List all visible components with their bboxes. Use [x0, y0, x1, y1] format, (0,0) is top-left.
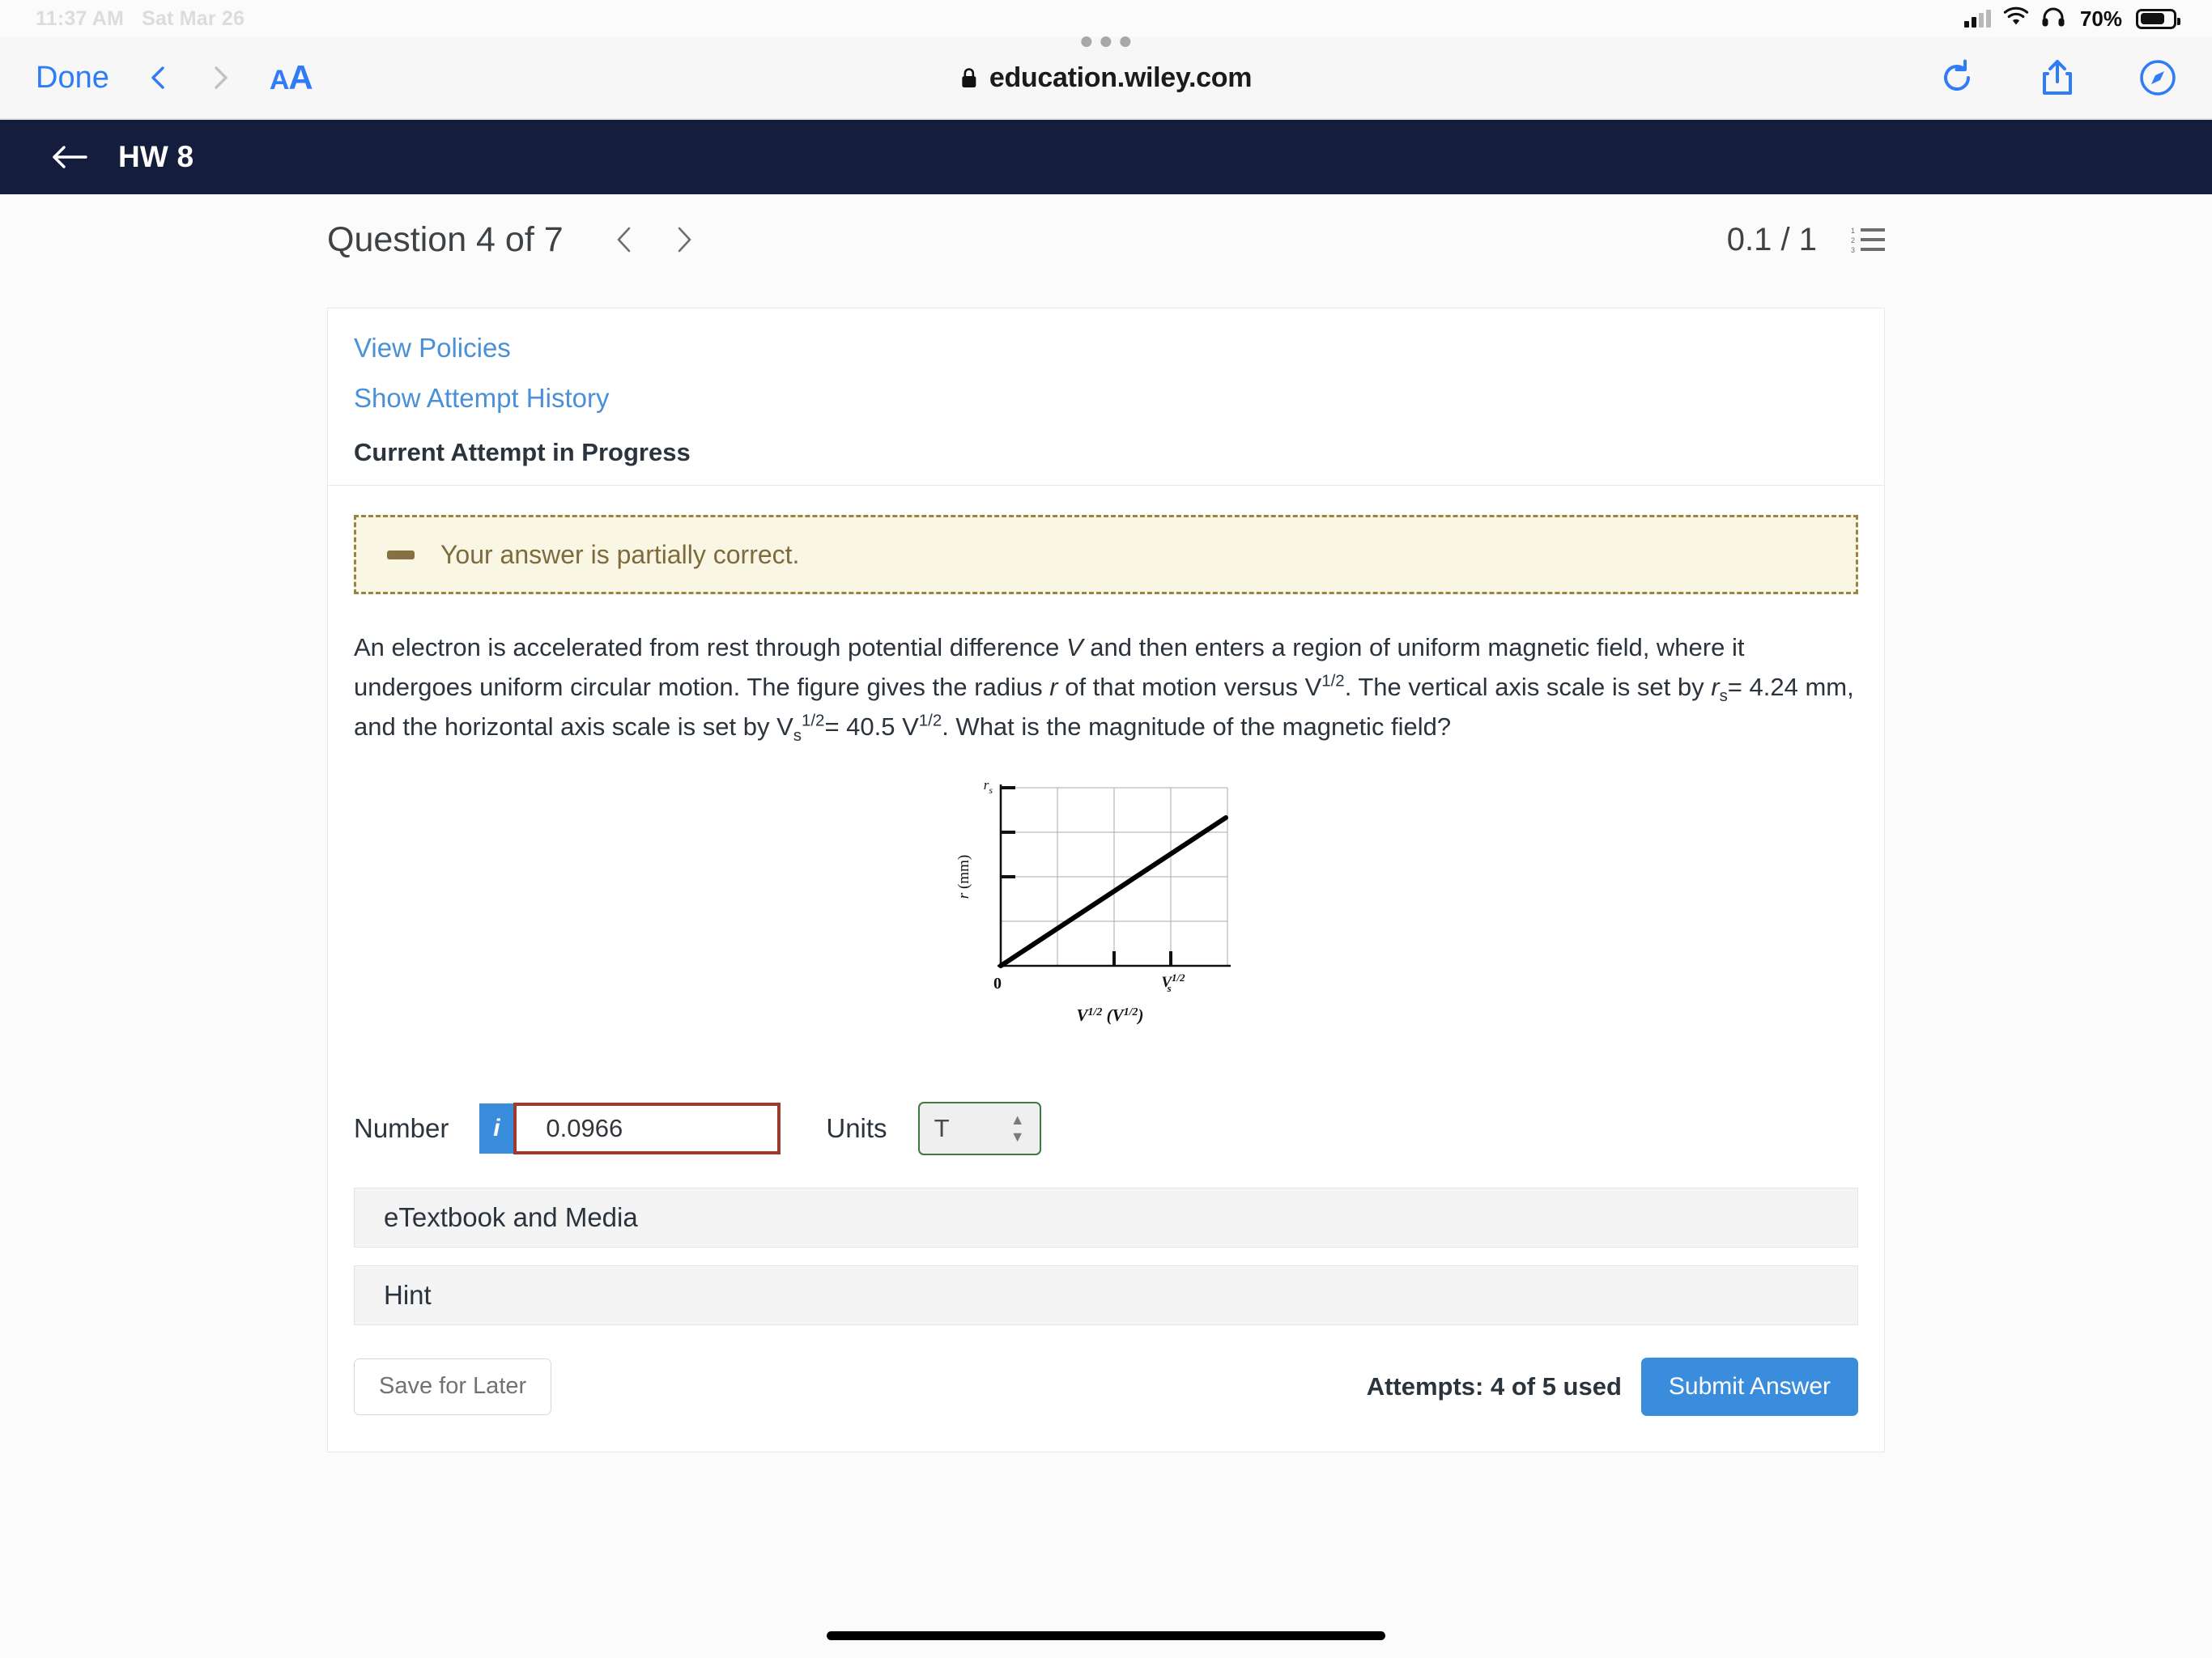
up-down-chevron-icon: ▲ ▼	[1010, 1112, 1025, 1146]
card-footer: Save for Later Attempts: 4 of 5 used Sub…	[354, 1357, 1858, 1416]
battery-icon	[2136, 8, 2180, 29]
question-vs-sub: s	[793, 726, 802, 746]
status-banner: Your answer is partially correct.	[354, 515, 1858, 594]
page-title: Question 4 of 7	[327, 219, 564, 259]
submit-answer-button[interactable]: Submit Answer	[1640, 1357, 1858, 1416]
status-bar-left: 11:37 AM Sat Mar 26	[36, 7, 245, 31]
question-part-4: . The vertical axis scale is set by	[1344, 672, 1712, 701]
home-indicator[interactable]	[827, 1631, 1385, 1640]
question-exponent-1: 1/2	[1321, 671, 1345, 691]
svg-text:3: 3	[1851, 246, 1855, 253]
safari-right-controls	[1938, 59, 2176, 96]
score-value: 0.1 / 1	[1726, 221, 1817, 257]
assignment-title: HW 8	[118, 140, 194, 173]
question-exponent-2: 1/2	[918, 711, 942, 730]
done-button[interactable]: Done	[36, 61, 109, 96]
attempt-history-row: Show Attempt History	[354, 383, 1858, 433]
app-header: HW 8	[0, 120, 2212, 194]
footer-right: Attempts: 4 of 5 used Submit Answer	[1366, 1357, 1858, 1416]
chart-y-axis-label: r (mm)	[955, 855, 972, 899]
question-v-symbol: V	[1066, 633, 1083, 661]
svg-text:2: 2	[1851, 236, 1855, 244]
three-dots-icon	[1081, 36, 1131, 47]
question-part-6: = 40.5 V	[824, 712, 919, 741]
chart-data-line	[998, 814, 1228, 968]
arrow-left-icon[interactable]	[52, 141, 87, 173]
svg-text:1: 1	[1851, 227, 1855, 235]
status-date: Sat Mar 26	[142, 6, 245, 30]
show-attempt-history-link[interactable]: Show Attempt History	[354, 383, 609, 414]
ios-status-bar: 11:37 AM Sat Mar 26 70%	[0, 0, 2212, 37]
score-area: 0.1 / 1 1 2 3	[1727, 222, 1885, 258]
question-r-symbol: r	[1049, 672, 1058, 701]
status-bar-right: 70%	[1963, 6, 2180, 32]
chart-svg: rs r (mm) 0 V1/2 s V1/2 (V1/2)	[955, 777, 1231, 1025]
headphones-icon	[2041, 6, 2065, 32]
hint-accordion[interactable]: Hint	[354, 1265, 1858, 1325]
reload-icon[interactable]	[1938, 59, 1976, 96]
question-v2-symbol: V	[1304, 672, 1322, 701]
chart-x-axis-label: V1/2 (V1/2)	[1076, 1005, 1143, 1025]
question-rs-base: r	[1711, 672, 1720, 701]
etextbook-media-label: eTextbook and Media	[384, 1201, 638, 1232]
ipad-screen: 11:37 AM Sat Mar 26 70% Done AA educatio…	[0, 0, 2212, 1658]
chart-gridlines	[1001, 787, 1228, 966]
dash-icon	[387, 550, 415, 559]
safari-toolbar: Done AA education.wiley.com	[0, 36, 2212, 120]
browser-back-icon[interactable]	[147, 66, 171, 90]
question-part-3: of that motion versus	[1057, 672, 1305, 701]
current-attempt-label: Current Attempt in Progress	[354, 438, 691, 466]
number-label: Number	[354, 1112, 449, 1143]
browser-forward-icon	[208, 66, 232, 90]
question-vs-exponent: 1/2	[802, 711, 825, 730]
share-icon[interactable]	[2039, 59, 2076, 96]
question-part-1: An electron is accelerated from rest thr…	[354, 633, 1066, 661]
question-part-7: . What is the magnitude of the magnetic …	[942, 712, 1452, 741]
status-banner-text: Your answer is partially correct.	[440, 539, 800, 569]
safari-left-controls: Done AA	[36, 58, 313, 97]
url-text: education.wiley.com	[989, 62, 1253, 93]
card-links: View Policies Show Attempt History Curre…	[328, 308, 1884, 467]
units-select[interactable]: T ▲ ▼	[917, 1101, 1041, 1155]
address-bar[interactable]: education.wiley.com	[960, 36, 1253, 94]
info-icon[interactable]: i	[479, 1103, 514, 1154]
chart-figure: rs r (mm) 0 V1/2 s V1/2 (V1/2)	[944, 772, 1268, 1063]
hint-label: Hint	[384, 1279, 432, 1310]
wifi-icon	[2002, 6, 2030, 32]
lock-icon	[960, 67, 978, 89]
answer-row: Number i 0.0966 Units T ▲ ▼	[354, 1101, 1884, 1155]
figure-container: rs r (mm) 0 V1/2 s V1/2 (V1/2)	[328, 772, 1884, 1063]
number-input[interactable]: 0.0966	[513, 1102, 781, 1154]
number-input-value: 0.0966	[533, 1105, 778, 1151]
question-header: Question 4 of 7 0.1 / 1 1 2 3	[0, 194, 2212, 285]
battery-percent: 70%	[2079, 6, 2122, 31]
view-policies-row: View Policies	[354, 333, 1858, 383]
status-time: 11:37 AM	[36, 6, 125, 30]
compass-icon[interactable]	[2139, 59, 2176, 96]
chart-y-max-tick-label: rs	[984, 777, 993, 796]
question-rs-sub: s	[1719, 687, 1728, 706]
chart-x-origin-label: 0	[993, 975, 1002, 993]
chart-x-max-tick-label: V1/2 s	[1161, 971, 1185, 994]
view-policies-link[interactable]: View Policies	[354, 333, 511, 363]
text-size-button[interactable]: AA	[270, 58, 313, 97]
etextbook-media-accordion[interactable]: eTextbook and Media	[354, 1187, 1858, 1248]
prev-question-icon[interactable]	[614, 226, 635, 253]
save-for-later-button[interactable]: Save for Later	[354, 1358, 552, 1415]
units-label: Units	[826, 1112, 887, 1143]
signal-icon	[1963, 10, 1991, 28]
question-nav	[614, 226, 695, 253]
question-card: View Policies Show Attempt History Curre…	[327, 308, 1885, 1452]
next-question-icon[interactable]	[674, 226, 695, 253]
numbered-list-icon[interactable]: 1 2 3	[1851, 226, 1885, 254]
units-select-value: T	[934, 1113, 950, 1142]
attempts-text: Attempts: 4 of 5 used	[1366, 1371, 1622, 1401]
question-text: An electron is accelerated from rest thr…	[354, 628, 1858, 747]
card-divider	[328, 485, 1884, 486]
